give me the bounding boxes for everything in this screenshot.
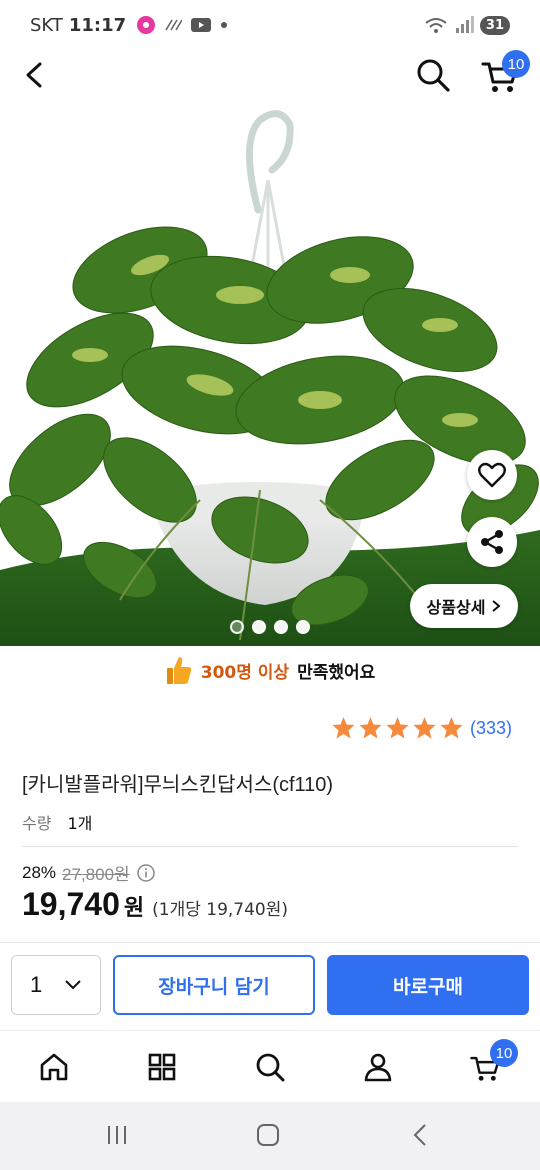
- add-to-cart-button[interactable]: 장바구니 담기: [113, 955, 315, 1015]
- product-image: [0, 110, 540, 646]
- carousel-indicator: [0, 620, 540, 634]
- quantity-value: 1개: [67, 814, 93, 833]
- carousel-dot[interactable]: [274, 620, 288, 634]
- sale-price: 19,740: [22, 886, 120, 922]
- rating[interactable]: (333): [331, 716, 512, 740]
- satisfaction-banner: 300명 이상 만족했어요: [0, 652, 540, 688]
- star-icon: [359, 717, 382, 739]
- back-arrow-icon[interactable]: [18, 58, 52, 92]
- search-icon[interactable]: [414, 56, 452, 94]
- nav-category[interactable]: [142, 1047, 182, 1087]
- wishlist-button[interactable]: [467, 450, 517, 500]
- notification-icons: [136, 15, 228, 35]
- top-nav: 10: [0, 50, 540, 100]
- cart-count-badge: 10: [490, 1039, 518, 1067]
- carousel-dot[interactable]: [252, 620, 266, 634]
- bottom-nav: 10: [0, 1030, 540, 1102]
- product-title: [카니발플라워]무늬스킨답서스(cf110): [22, 774, 334, 796]
- battery-indicator: 31: [479, 15, 510, 35]
- quantity-info: 수량 1개: [22, 810, 92, 834]
- quantity-select-value: 1: [30, 972, 43, 997]
- heart-icon: [478, 462, 506, 488]
- unit-price: (1개당 19,740원): [152, 900, 289, 920]
- carrier-label: SKT: [30, 14, 63, 36]
- discount-rate: 28%: [22, 862, 57, 882]
- price-row: 19,740 원 (1개당 19,740원): [22, 886, 288, 923]
- satisfaction-highlight: 300명 이상: [200, 662, 290, 683]
- thumbs-up-icon: [166, 657, 191, 684]
- chevron-right-icon: [492, 600, 501, 612]
- cell-signal-icon: [455, 16, 474, 33]
- home-button-icon[interactable]: [255, 1122, 281, 1148]
- star-icon: [386, 717, 409, 739]
- wifi-icon: [425, 18, 447, 33]
- share-icon: [481, 530, 503, 554]
- clock: 11:17: [68, 14, 127, 36]
- flower-app-icon: [137, 16, 156, 34]
- share-button[interactable]: [467, 517, 517, 567]
- system-nav-bar: [0, 1102, 540, 1170]
- home-icon: [40, 1053, 68, 1081]
- chevron-down-icon: [65, 980, 81, 990]
- product-detail-label: 상품상세: [426, 598, 486, 617]
- user-icon: [364, 1053, 392, 1082]
- recent-apps-icon[interactable]: [104, 1122, 130, 1148]
- star-icon: [332, 717, 355, 739]
- carousel-dot[interactable]: [230, 620, 244, 634]
- more-dot-icon: [221, 22, 228, 28]
- carousel-dot[interactable]: [296, 620, 310, 634]
- nav-home[interactable]: [34, 1047, 74, 1087]
- search-icon: [256, 1053, 285, 1082]
- signal-lines-icon: [165, 19, 183, 31]
- grid-icon: [148, 1053, 176, 1081]
- star-icon: [413, 717, 436, 739]
- status-bar: SKT 11:17 31: [0, 0, 540, 50]
- cart-count-badge: 10: [502, 50, 530, 78]
- purchase-action-bar: 1 장바구니 담기 바로구매: [0, 942, 540, 1028]
- star-icon: [440, 717, 463, 739]
- satisfaction-text: 만족했어요: [297, 662, 376, 683]
- original-price: 27,800원: [62, 865, 130, 884]
- quantity-label: 수량: [22, 814, 52, 833]
- buy-now-button[interactable]: 바로구매: [327, 955, 529, 1015]
- youtube-icon: [191, 18, 212, 32]
- cart-button[interactable]: 10: [480, 50, 530, 94]
- info-icon[interactable]: [136, 863, 156, 883]
- nav-my-page[interactable]: [358, 1047, 398, 1087]
- product-image-carousel[interactable]: 상품상세: [0, 100, 540, 646]
- nav-search[interactable]: [250, 1047, 290, 1087]
- divider: [22, 846, 518, 847]
- discount-row: 28% 27,800원: [22, 860, 156, 885]
- quantity-select[interactable]: 1: [11, 955, 101, 1015]
- nav-cart[interactable]: 10: [466, 1039, 518, 1087]
- currency: 원: [123, 896, 145, 921]
- review-count[interactable]: (333): [470, 718, 512, 739]
- back-button-icon[interactable]: [408, 1122, 434, 1148]
- system-icons: 31: [424, 15, 510, 35]
